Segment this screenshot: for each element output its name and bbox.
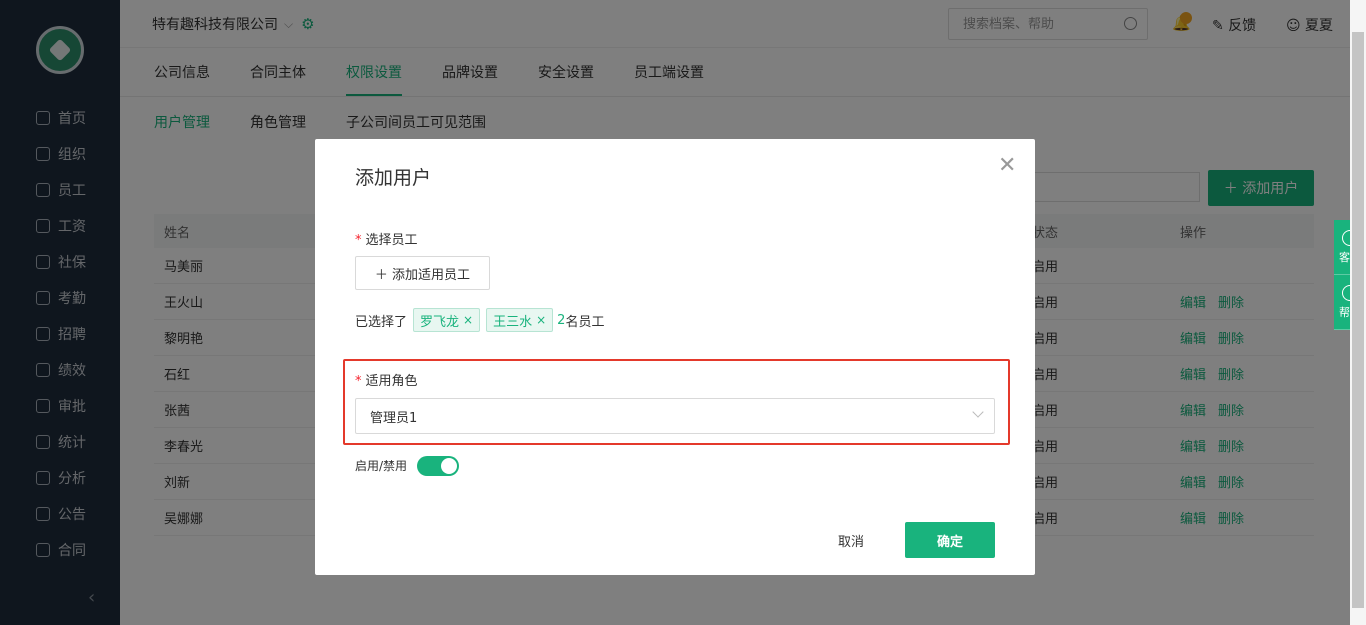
- employee-tag: 王三水 ×: [486, 308, 554, 332]
- chevron-down-icon: [972, 406, 984, 418]
- toggle-label: 启用/禁用: [355, 459, 408, 473]
- role-select[interactable]: 管理员1: [355, 398, 995, 434]
- scrollbar[interactable]: [1350, 0, 1366, 625]
- add-employee-button[interactable]: ＋ 添加适用员工: [355, 256, 490, 290]
- enable-toggle[interactable]: [417, 456, 459, 476]
- add-user-modal: 添加用户 ✕ * 选择员工 ＋ 添加适用员工 已选择了 罗飞龙 × 王三水 × 2 名…: [315, 139, 1035, 575]
- selected-prefix: 已选择了: [355, 314, 408, 330]
- modal-title: 添加用户: [355, 167, 432, 189]
- selected-count: 2: [557, 312, 566, 328]
- scrollbar-thumb[interactable]: [1352, 32, 1364, 608]
- cancel-button[interactable]: 取消: [815, 522, 887, 558]
- selected-suffix: 名员工: [565, 314, 605, 330]
- confirm-button[interactable]: 确定: [905, 522, 995, 558]
- close-icon[interactable]: ×: [536, 313, 546, 327]
- role-field-label: * 适用角色: [355, 374, 418, 389]
- employee-tag: 罗飞龙 ×: [413, 308, 481, 332]
- close-icon[interactable]: ✕: [998, 153, 1016, 178]
- close-icon[interactable]: ×: [463, 313, 473, 327]
- employee-field-label: * 选择员工: [355, 233, 418, 248]
- selected-employees: 已选择了 罗飞龙 × 王三水 × 2 名员工: [355, 308, 604, 332]
- role-value: 管理员1: [370, 410, 418, 426]
- toggle-knob: [441, 458, 457, 474]
